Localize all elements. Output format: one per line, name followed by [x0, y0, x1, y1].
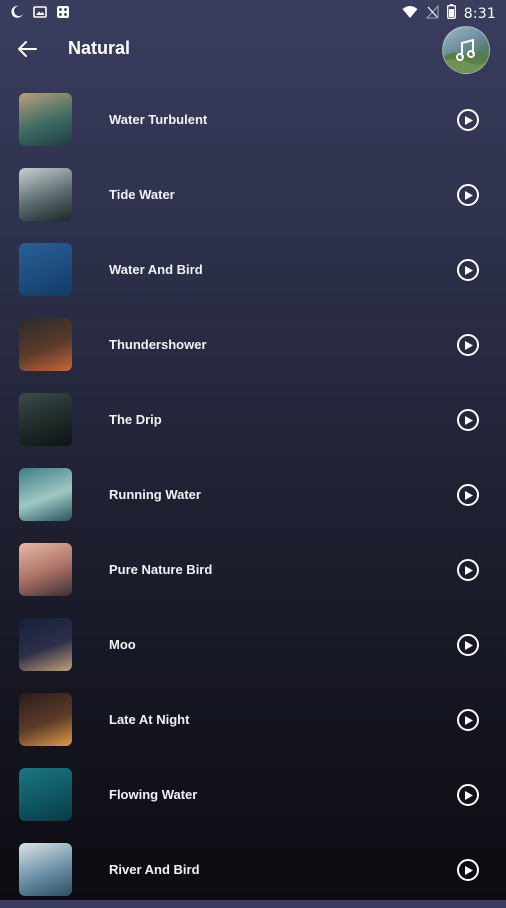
arrow-left-icon: [17, 40, 37, 63]
status-right-icons: 8:31: [402, 3, 496, 24]
sound-title: Moo: [109, 637, 136, 652]
page-title: Natural: [68, 38, 131, 58]
list-item[interactable]: Flowing Water: [0, 758, 506, 833]
list-item[interactable]: Thundershower: [0, 308, 506, 383]
sound-title: River And Bird: [109, 862, 200, 877]
sound-title: Pure Nature Bird: [109, 562, 213, 577]
sound-thumbnail: [19, 168, 72, 221]
play-button[interactable]: [457, 634, 479, 656]
list-item[interactable]: Water And Bird: [0, 233, 506, 308]
list-item[interactable]: Tide Water: [0, 158, 506, 233]
app-bar: Natural: [0, 26, 506, 74]
play-button[interactable]: [457, 184, 479, 206]
sound-title: Late At Night: [109, 712, 190, 727]
play-icon: [465, 490, 473, 500]
sound-title: Flowing Water: [109, 787, 198, 802]
play-icon: [465, 640, 473, 650]
status-time: 8:31: [463, 6, 496, 22]
sound-title: Water Turbulent: [109, 112, 208, 127]
list-item[interactable]: Water Turbulent: [0, 83, 506, 158]
play-button[interactable]: [457, 784, 479, 806]
play-button[interactable]: [457, 859, 479, 881]
play-button[interactable]: [457, 259, 479, 281]
sound-thumbnail: [19, 468, 72, 521]
play-button[interactable]: [457, 109, 479, 131]
list-item[interactable]: The Drip: [0, 383, 506, 458]
moon-icon: [10, 5, 24, 24]
sound-thumbnail: [19, 243, 72, 296]
play-button[interactable]: [457, 559, 479, 581]
sound-thumbnail: [19, 768, 72, 821]
play-button[interactable]: [457, 334, 479, 356]
play-icon: [465, 340, 473, 350]
image-icon: [33, 5, 47, 24]
wifi-icon: [402, 5, 418, 24]
play-button[interactable]: [457, 484, 479, 506]
sound-thumbnail: [19, 843, 72, 896]
sound-title: Tide Water: [109, 187, 175, 202]
list-item[interactable]: Moo: [0, 608, 506, 683]
no-signal-icon: [425, 3, 439, 24]
play-button[interactable]: [457, 409, 479, 431]
back-button[interactable]: [12, 36, 42, 66]
list-item[interactable]: Pure Nature Bird: [0, 533, 506, 608]
play-icon: [465, 715, 473, 725]
list-item[interactable]: Running Water: [0, 458, 506, 533]
sound-title: The Drip: [109, 412, 162, 427]
play-icon: [465, 190, 473, 200]
sound-title: Running Water: [109, 487, 201, 502]
battery-icon: [446, 4, 456, 24]
sound-thumbnail: [19, 318, 72, 371]
list-item[interactable]: River And Bird: [0, 833, 506, 908]
status-bar: 8:31: [0, 0, 506, 26]
sound-title: Water And Bird: [109, 262, 203, 277]
grid-app-icon: [56, 5, 70, 24]
sound-thumbnail: [19, 93, 72, 146]
play-icon: [465, 790, 473, 800]
play-icon: [465, 115, 473, 125]
sound-thumbnail: [19, 393, 72, 446]
sound-list: Water Turbulent Tide Water Water And Bird T…: [0, 83, 506, 908]
play-icon: [465, 265, 473, 275]
play-icon: [465, 865, 473, 875]
sound-thumbnail: [19, 543, 72, 596]
sound-thumbnail: [19, 618, 72, 671]
list-item[interactable]: Late At Night: [0, 683, 506, 758]
status-left-icons: [10, 5, 70, 24]
play-icon: [465, 565, 473, 575]
play-icon: [465, 415, 473, 425]
sound-title: Thundershower: [109, 337, 207, 352]
avatar[interactable]: [442, 26, 490, 74]
sound-thumbnail: [19, 693, 72, 746]
play-button[interactable]: [457, 709, 479, 731]
